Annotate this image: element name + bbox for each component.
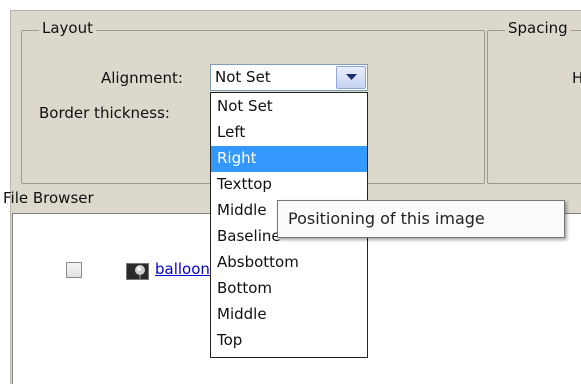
file-link[interactable]: balloon	[155, 260, 210, 278]
dropdown-option[interactable]: Top	[211, 328, 367, 354]
file-checkbox[interactable]	[66, 262, 82, 278]
spacing-group-title: Spacing	[505, 19, 571, 37]
dropdown-option[interactable]: Not Set	[211, 94, 367, 120]
dropdown-option[interactable]: Middle	[211, 302, 367, 328]
image-thumbnail-icon	[126, 263, 149, 280]
file-browser-title: File Browser	[3, 189, 94, 207]
tooltip-text: Positioning of this image	[288, 209, 485, 228]
dropdown-option[interactable]: Bottom	[211, 276, 367, 302]
chevron-down-icon	[346, 74, 357, 80]
dropdown-option[interactable]: Left	[211, 120, 367, 146]
alignment-select[interactable]: Not Set	[210, 64, 368, 91]
alignment-select-value: Not Set	[215, 68, 271, 86]
layout-group-title: Layout	[39, 19, 96, 37]
dropdown-option[interactable]: Absbottom	[211, 250, 367, 276]
dropdown-button[interactable]	[336, 66, 366, 89]
dropdown-option[interactable]: Texttop	[211, 172, 367, 198]
alignment-label: Alignment:	[101, 69, 183, 87]
dropdown-option[interactable]: Right	[211, 146, 367, 172]
tooltip: Positioning of this image	[277, 200, 565, 238]
spacing-field-label: H	[572, 69, 581, 87]
border-thickness-label: Border thickness:	[39, 104, 170, 122]
spacing-groupbox	[487, 30, 581, 184]
